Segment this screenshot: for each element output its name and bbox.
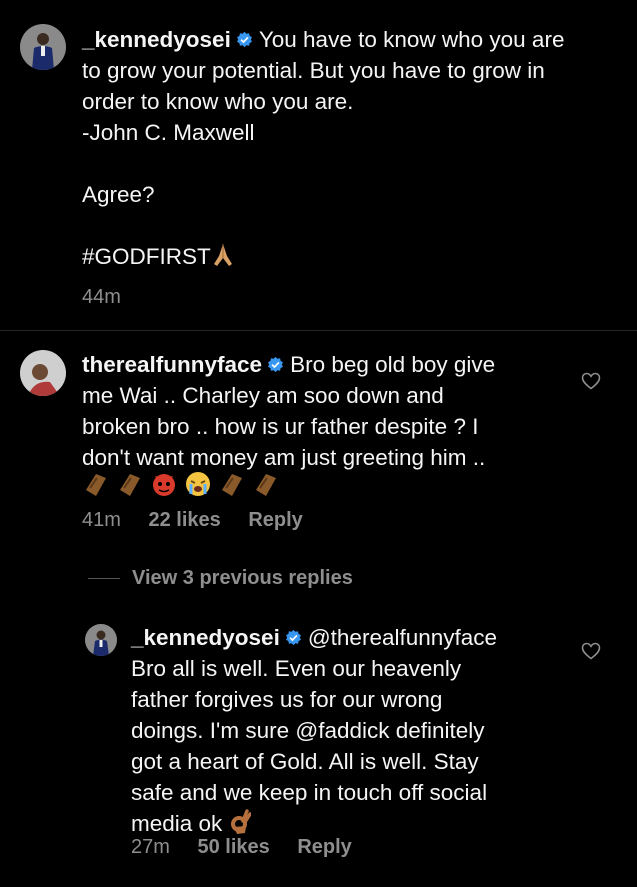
heart-icon[interactable] bbox=[581, 642, 601, 660]
verified-badge-icon bbox=[268, 356, 284, 373]
avatar-image bbox=[20, 350, 66, 396]
caption-timestamp: 44m bbox=[82, 286, 121, 308]
verified-badge-icon bbox=[236, 31, 252, 48]
replies-line bbox=[88, 577, 120, 579]
coffin-icon bbox=[256, 474, 276, 496]
avatar[interactable] bbox=[85, 624, 117, 656]
reply-likes[interactable]: 50 likes bbox=[197, 836, 269, 858]
verified-badge-icon bbox=[285, 629, 301, 646]
heart-icon[interactable] bbox=[581, 372, 601, 390]
devil-face-icon bbox=[153, 474, 175, 496]
coffin-icon bbox=[222, 474, 242, 496]
reply-username[interactable]: _kennedyosei bbox=[131, 625, 280, 650]
comment-likes[interactable]: 22 likes bbox=[148, 509, 220, 531]
comment-emoji-row bbox=[82, 470, 280, 500]
ok-hand-icon bbox=[230, 809, 251, 834]
crying-face-icon bbox=[186, 472, 210, 496]
comment-meta: 41m 22 likes Reply bbox=[82, 509, 325, 532]
avatar[interactable] bbox=[20, 350, 66, 396]
comment-timestamp: 41m bbox=[82, 509, 121, 531]
reply-meta: 27m 50 likes Reply bbox=[131, 836, 374, 859]
praying-hands-icon bbox=[213, 244, 232, 266]
view-previous-replies-button[interactable]: View 3 previous replies bbox=[88, 565, 353, 591]
coffin-icon bbox=[86, 474, 106, 496]
reply-timestamp: 27m bbox=[131, 836, 170, 858]
comment-text: therealfunnyface Bro beg old boy give me … bbox=[82, 349, 562, 473]
caption-body: You have to know who you are to grow you… bbox=[82, 27, 565, 269]
reply-reply-button[interactable]: Reply bbox=[297, 836, 351, 858]
avatar[interactable] bbox=[20, 24, 66, 70]
caption-text: _kennedyosei You have to know who you are… bbox=[82, 24, 622, 272]
avatar-image bbox=[20, 24, 66, 70]
reply-mention[interactable]: @therealfunnyface bbox=[308, 625, 497, 650]
comment-username[interactable]: therealfunnyface bbox=[82, 352, 262, 377]
caption-meta: 44m bbox=[82, 286, 143, 309]
view-replies-label: View 3 previous replies bbox=[132, 566, 353, 589]
avatar-image bbox=[85, 624, 117, 656]
coffin-icon bbox=[120, 474, 140, 496]
comment-reply-button[interactable]: Reply bbox=[248, 509, 302, 531]
post-caption: _kennedyosei You have to know who you are… bbox=[0, 0, 637, 330]
divider bbox=[0, 330, 637, 331]
caption-username[interactable]: _kennedyosei bbox=[82, 27, 231, 52]
reply-body: Bro all is well. Even our heavenly fathe… bbox=[131, 656, 488, 836]
reply-text: _kennedyosei @therealfunnyface Bro all is… bbox=[131, 622, 571, 839]
